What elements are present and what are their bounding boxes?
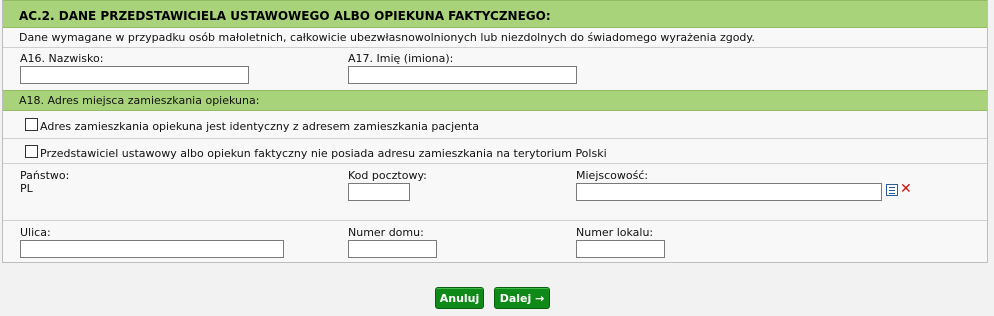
street-input[interactable] (20, 240, 284, 258)
guardian-data-panel: AC.2. DANE PRZEDSTAWICIELA USTAWOWEGO AL… (2, 0, 988, 263)
divider (3, 138, 987, 139)
section-note: Dane wymagane w przypadku osób małoletni… (19, 31, 755, 44)
firstname-label: A17. Imię (imiona): (348, 52, 454, 65)
address-header: A18. Adres miejsca zamieszkania opiekuna… (3, 90, 987, 111)
divider (3, 47, 987, 48)
street-label: Ulica: (20, 226, 51, 239)
section-title: AC.2. DANE PRZEDSTAWICIELA USTAWOWEGO AL… (19, 9, 551, 23)
country-label: Państwo: (20, 169, 70, 182)
house-number-input[interactable] (348, 240, 437, 258)
postal-code-input[interactable] (348, 183, 410, 201)
same-address-label: Adres zamieszkania opiekuna jest identyc… (40, 120, 479, 133)
no-address-checkbox[interactable] (25, 145, 38, 158)
city-input[interactable] (576, 183, 882, 201)
apartment-number-label: Numer lokalu: (576, 226, 654, 239)
firstname-input[interactable] (348, 66, 577, 84)
country-value: PL (20, 182, 33, 195)
city-label: Miejscowość: (576, 169, 649, 182)
postal-code-label: Kod pocztowy: (348, 169, 427, 182)
divider (3, 220, 987, 221)
next-button[interactable]: Dalej → (494, 287, 550, 309)
no-address-label: Przedstawiciel ustawowy albo opiekun fak… (40, 147, 607, 160)
section-header: AC.2. DANE PRZEDSTAWICIELA USTAWOWEGO AL… (3, 0, 987, 28)
cancel-button[interactable]: Anuluj (435, 287, 484, 309)
address-title: A18. Adres miejsca zamieszkania opiekuna… (19, 94, 260, 107)
house-number-label: Numer domu: (348, 226, 424, 239)
surname-input[interactable] (20, 66, 249, 84)
same-address-checkbox[interactable] (25, 118, 38, 131)
list-picker-icon[interactable] (886, 184, 898, 196)
divider (3, 163, 987, 164)
clear-icon[interactable]: ✕ (900, 182, 912, 196)
surname-label: A16. Nazwisko: (20, 52, 104, 65)
apartment-number-input[interactable] (576, 240, 665, 258)
